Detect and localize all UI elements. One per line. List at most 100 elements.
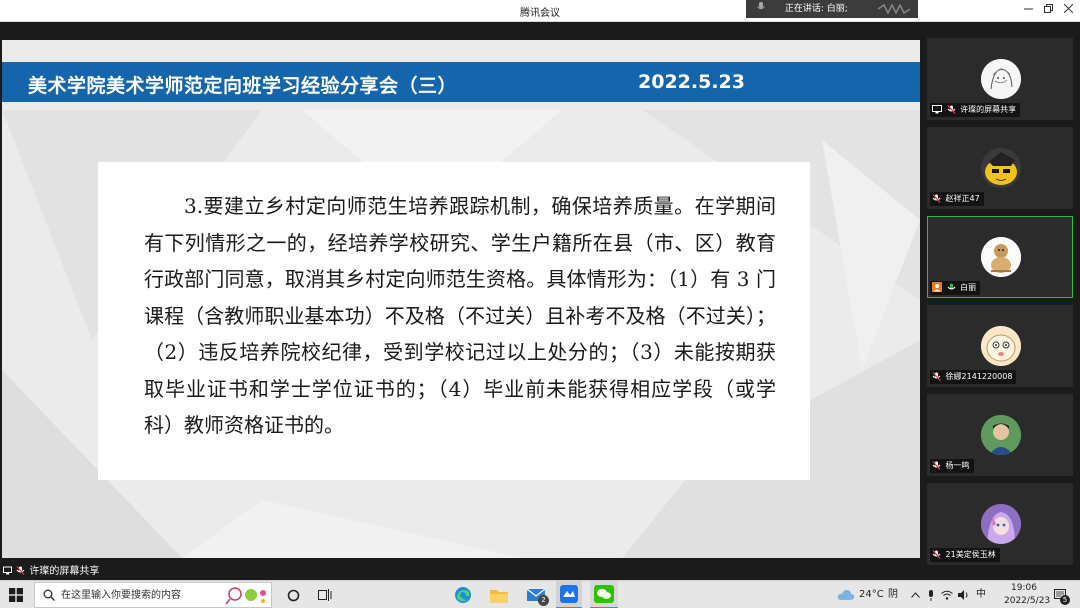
search-highlight-icon bbox=[225, 587, 266, 605]
avatar-dog-image bbox=[981, 237, 1021, 277]
participant-label: 徐娜2141220008 bbox=[930, 370, 1017, 384]
participant-tile[interactable]: 徐娜2141220008 bbox=[927, 305, 1073, 387]
tencent-meeting-icon bbox=[560, 585, 578, 603]
presentation-slide: 美术学院美术学师范定向班学习经验分享会（三） 2022.5.23 3.要建立乡村… bbox=[2, 40, 920, 558]
notification-count-badge: 5 bbox=[1060, 595, 1070, 605]
wechat-icon bbox=[594, 585, 614, 603]
clock-time: 19:06 bbox=[1011, 583, 1037, 593]
participant-tile[interactable]: 赵祥正47 bbox=[927, 127, 1073, 209]
mail-button[interactable]: 2 bbox=[522, 581, 550, 608]
avatar bbox=[981, 504, 1021, 544]
weather-button[interactable] bbox=[836, 581, 856, 608]
tray-mic-button[interactable] bbox=[924, 581, 938, 608]
mic-active-icon bbox=[947, 283, 955, 290]
host-icon bbox=[932, 282, 942, 292]
avatar-photo-image bbox=[981, 415, 1021, 455]
avatar bbox=[981, 148, 1021, 188]
restore-button[interactable] bbox=[1038, 2, 1058, 18]
task-view-button[interactable] bbox=[314, 581, 336, 608]
participant-name: 白丽 bbox=[960, 283, 977, 292]
screen-share-icon bbox=[3, 566, 12, 575]
avatar bbox=[981, 237, 1021, 277]
participant-name: 徐娜2141220008 bbox=[945, 372, 1013, 381]
participant-label: 21美定侯玉林 bbox=[930, 548, 1000, 562]
speaker-mic-icon bbox=[757, 2, 765, 10]
avatar-cartoon-face-image bbox=[981, 326, 1021, 366]
close-icon bbox=[1063, 3, 1073, 14]
mic-muted-icon bbox=[932, 461, 941, 470]
avatar-anime-image bbox=[981, 504, 1021, 544]
screen-share-bar[interactable]: 许璨的屏幕共享 bbox=[0, 563, 106, 580]
speaker-icon bbox=[958, 590, 968, 600]
participant-label: 杨一鸣 bbox=[930, 459, 974, 473]
weather-description: 阴 bbox=[888, 589, 898, 600]
participant-tile[interactable]: 21美定侯玉林 bbox=[927, 483, 1073, 565]
participants-panel: 许璨的屏幕共享 赵祥正47 白丽 徐娜2141220008 杨一鸣 21美定侯玉… bbox=[921, 22, 1080, 580]
restore-icon bbox=[1043, 4, 1053, 13]
app-title: 腾讯会议 bbox=[520, 8, 560, 19]
search-icon bbox=[43, 589, 55, 601]
participant-label: 赵祥正47 bbox=[930, 192, 984, 206]
slide-paragraph: 3.要建立乡村定向师范生培养跟踪机制，确保培养质量。在学期间有下列情形之一的，经… bbox=[144, 194, 776, 437]
folder-icon bbox=[490, 589, 508, 603]
wifi-icon bbox=[941, 590, 953, 600]
participant-name: 21美定侯玉林 bbox=[945, 550, 996, 559]
show-hidden-icons-button[interactable] bbox=[907, 581, 923, 608]
search-input[interactable] bbox=[61, 587, 211, 604]
mic-muted-icon bbox=[932, 372, 941, 381]
participant-tile-active[interactable]: 白丽 bbox=[927, 216, 1073, 298]
participant-tile[interactable]: 许璨的屏幕共享 bbox=[927, 38, 1073, 120]
weather-temperature: 24°C bbox=[859, 589, 884, 600]
minimize-icon bbox=[1023, 8, 1033, 10]
participant-tile[interactable]: 杨一鸣 bbox=[927, 394, 1073, 476]
speaking-indicator: 正在讲话: 白丽; bbox=[746, 0, 918, 18]
audio-wave-icon bbox=[878, 4, 910, 14]
screen-share-label: 许璨的屏幕共享 bbox=[29, 566, 100, 577]
cortana-button[interactable] bbox=[283, 581, 303, 608]
wechat-button[interactable] bbox=[590, 581, 618, 608]
title-bar: 腾讯会议 正在讲话: 白丽; bbox=[0, 0, 1080, 22]
slide-title: 美术学院美术学师范定向班学习经验分享会（三） bbox=[28, 75, 458, 97]
windows-logo-icon bbox=[9, 588, 23, 602]
volume-button[interactable] bbox=[957, 581, 971, 608]
avatar-cartoon-image bbox=[981, 148, 1021, 188]
screen-share-icon bbox=[932, 105, 942, 114]
mic-muted-icon bbox=[16, 566, 25, 575]
cortana-circle-icon bbox=[287, 589, 299, 601]
participant-label: 白丽 bbox=[930, 281, 981, 295]
slide-date: 2022.5.23 bbox=[638, 71, 745, 93]
file-explorer-button[interactable] bbox=[486, 581, 512, 608]
avatar bbox=[981, 326, 1021, 366]
mic-muted-icon bbox=[932, 550, 941, 559]
avatar-sketch-image bbox=[981, 59, 1021, 99]
close-button[interactable] bbox=[1058, 2, 1078, 18]
start-button[interactable] bbox=[0, 581, 32, 608]
screen: 腾讯会议 正在讲话: 白丽; 美术学院美术学师范定向班学习经验分享会（三） 20… bbox=[0, 0, 1080, 608]
windows-taskbar: 2 24°C 阴 中 19:06 2022/5/23 bbox=[0, 580, 1080, 608]
mic-muted-icon bbox=[932, 194, 941, 203]
participant-label: 许璨的屏幕共享 bbox=[930, 103, 1021, 117]
cloud-icon bbox=[837, 590, 855, 600]
edge-browser-icon bbox=[455, 587, 471, 603]
speaking-label: 正在讲话: 白丽; bbox=[784, 4, 848, 14]
mic-muted-icon bbox=[947, 105, 956, 114]
edge-browser-button[interactable] bbox=[450, 581, 476, 608]
participant-name: 赵祥正47 bbox=[945, 194, 980, 203]
shared-screen-stage: 美术学院美术学师范定向班学习经验分享会（三） 2022.5.23 3.要建立乡村… bbox=[0, 22, 921, 559]
action-center-button[interactable]: 5 bbox=[1050, 581, 1072, 608]
clock-date: 2022/5/23 bbox=[1004, 596, 1051, 606]
minimize-button[interactable] bbox=[1018, 2, 1038, 18]
participant-name: 杨一鸣 bbox=[945, 461, 970, 470]
participant-name: 许璨的屏幕共享 bbox=[960, 105, 1017, 114]
network-button[interactable] bbox=[940, 581, 954, 608]
microphone-icon bbox=[929, 589, 933, 601]
tencent-meeting-button[interactable] bbox=[556, 581, 582, 608]
taskbar-clock[interactable]: 19:06 2022/5/23 bbox=[1004, 582, 1051, 608]
chevron-up-icon bbox=[910, 592, 920, 598]
task-view-icon bbox=[318, 589, 332, 601]
input-method-indicator[interactable]: 中 bbox=[976, 581, 986, 608]
avatar bbox=[981, 415, 1021, 455]
avatar bbox=[981, 59, 1021, 99]
mail-badge: 2 bbox=[538, 595, 549, 606]
taskbar-search-box[interactable] bbox=[34, 582, 272, 608]
